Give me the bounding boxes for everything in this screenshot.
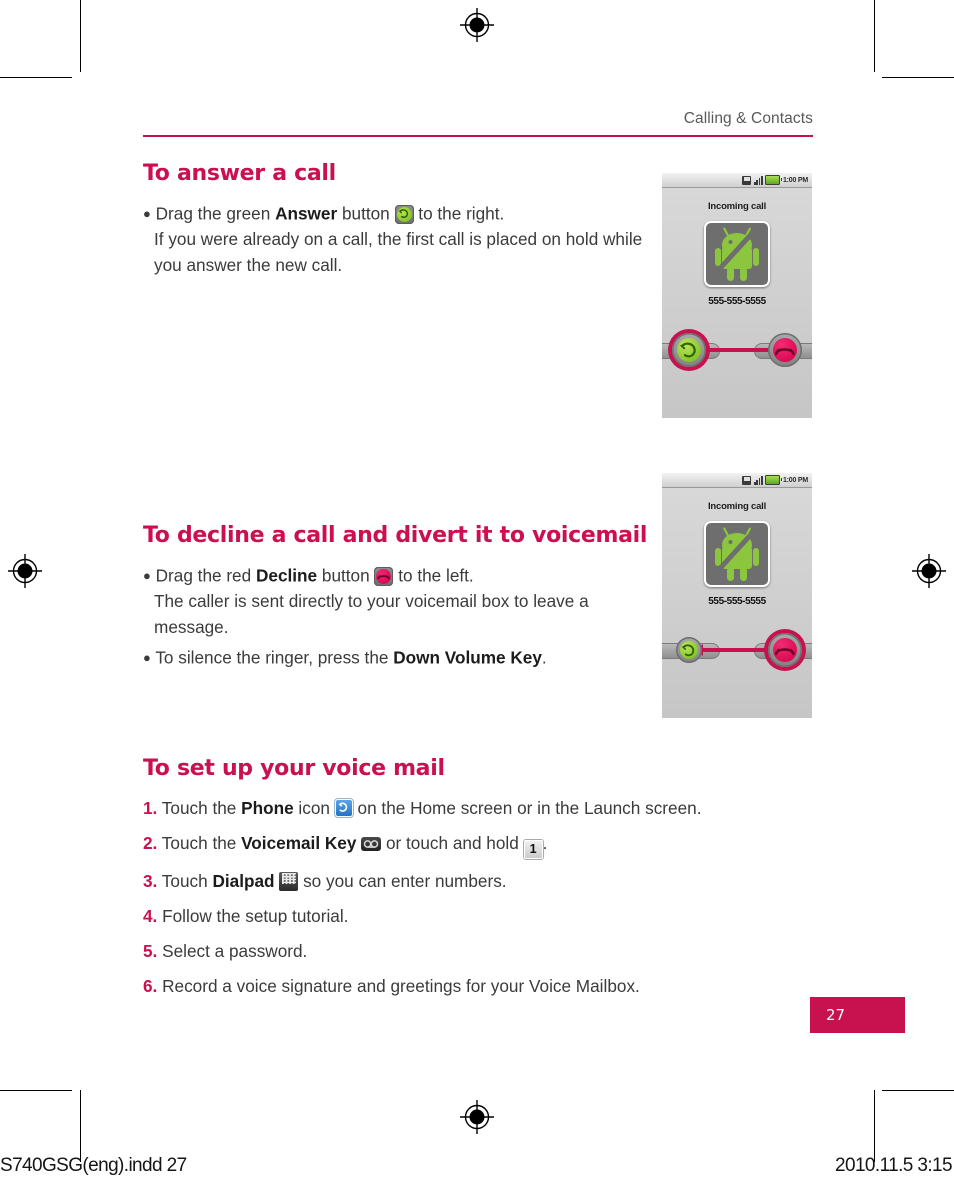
crop-mark-bottom-right-h: [882, 1090, 954, 1091]
step-pre: Follow the setup tutorial.: [157, 905, 349, 926]
page-number-badge: 27: [810, 997, 905, 1033]
caller-number: 555-555-5555: [708, 296, 766, 307]
step-item-4: 4. Follow the setup tutorial.: [143, 904, 833, 930]
step-number: 6.: [143, 975, 158, 996]
caller-number: 555-555-5555: [708, 596, 766, 607]
step-post: on the Home screen or in the Launch scre…: [352, 798, 702, 819]
crop-mark-bottom-left-h: [0, 1090, 72, 1091]
status-bar: 1:00 PM: [662, 173, 812, 188]
signal-bars-icon: [753, 475, 763, 485]
bullet-bold: Decline: [255, 565, 318, 586]
bullet-bold: Answer: [275, 203, 338, 224]
phone-screen-body: Incoming call 555-555-5555: [662, 488, 812, 718]
crop-mark-top-right-v: [874, 0, 875, 72]
section-body-decline-call: ● Drag the red Decline button to the lef…: [143, 563, 665, 671]
bullet-dot-icon: ●: [143, 568, 151, 584]
step-post: so you can enter numbers.: [298, 870, 507, 891]
bullet-continuation: If you were already on a call, the first…: [154, 229, 643, 275]
step-item-1: 1. Touch the Phone icon on the Home scre…: [143, 796, 833, 822]
battery-icon: [765, 475, 783, 485]
bullet-bold: Down Volume Key: [393, 647, 542, 668]
registration-mark-top: [460, 8, 494, 42]
section-title-setup-voicemail: To set up your voice mail: [143, 756, 445, 782]
bullet-dot-icon: ●: [143, 650, 151, 666]
step-pre: Touch: [157, 870, 213, 891]
status-bar: 1:00 PM: [662, 473, 812, 488]
sd-card-icon: [742, 475, 752, 485]
step-pre: Select a password.: [157, 940, 308, 961]
step-item-3: 3. Touch Dialpad Dialpad so you can ente…: [143, 869, 833, 895]
status-time: 1:00 PM: [782, 476, 808, 484]
caller-avatar: [704, 221, 770, 287]
incoming-call-label: Incoming call: [707, 501, 767, 512]
step-post: or touch and hold: [381, 833, 524, 854]
dialpad-icon: Dialpad: [279, 871, 299, 891]
bullet-lead: Drag the red: [155, 565, 256, 586]
bullet-lead: To silence the ringer, press the: [155, 647, 394, 668]
bullet-item: ● Drag the green Answer button to the ri…: [143, 201, 663, 278]
step-number: 2.: [143, 833, 158, 854]
phone-icon: [334, 799, 353, 818]
step-bold: Phone: [241, 798, 294, 819]
header-rule: [143, 135, 813, 138]
signal-bars-icon: [753, 175, 763, 185]
crop-mark-top-right-h: [882, 77, 954, 78]
step-bold: Dialpad: [212, 870, 275, 891]
bullet-lead: Drag the green: [155, 203, 276, 224]
step-mid: icon: [293, 798, 335, 819]
crop-mark-bottom-right-v: [874, 1090, 875, 1162]
registration-mark-left: [8, 554, 42, 588]
step-item-5: 5. Select a password.: [143, 939, 833, 965]
bullet-tail: to the right.: [413, 203, 505, 224]
caller-avatar: [704, 521, 770, 587]
one-key-icon: 1: [523, 840, 543, 860]
bullet-continuation: The caller is sent directly to your voic…: [154, 591, 589, 637]
decline-knob[interactable]: [768, 333, 802, 367]
decline-call-screenshot: 1:00 PM Incoming call 555-555-5555: [662, 473, 812, 718]
crop-mark-bottom-left-v: [80, 1090, 81, 1162]
crop-mark-top-left-v: [80, 0, 81, 72]
section-body-answer-call: ● Drag the green Answer button to the ri…: [143, 201, 663, 278]
bullet-tail: to the left.: [393, 565, 474, 586]
step-item-2: 2. Touch the Voicemail Key or touch and …: [143, 831, 833, 860]
step-number: 1.: [143, 798, 158, 819]
decline-button-icon: [374, 566, 394, 586]
registration-mark-bottom: [460, 1100, 494, 1134]
voicemail-key-icon: [361, 837, 382, 852]
step-number: 4.: [143, 905, 158, 926]
phone-screen-body: Incoming call 555-555-5555: [662, 188, 812, 418]
answer-button-icon: [394, 204, 414, 224]
step-pre: Touch the: [157, 833, 242, 854]
bullet-mid: button: [317, 565, 375, 586]
incoming-call-label: Incoming call: [707, 201, 767, 212]
footer-filename: S740GSG(eng).indd 27: [0, 1155, 187, 1176]
footer-timestamp: 2010.11.5 3:15: [835, 1155, 953, 1176]
call-slider-row: [662, 630, 812, 670]
sd-card-icon: [742, 175, 752, 185]
running-head: Calling & Contacts: [683, 110, 813, 127]
bullet-dot-icon: ●: [143, 206, 151, 222]
battery-icon: [765, 175, 783, 185]
step-number: 5.: [143, 940, 158, 961]
bullet-mid: button: [337, 203, 395, 224]
step-pre: Touch the: [157, 798, 242, 819]
crop-mark-top-left-h: [0, 77, 72, 78]
answer-call-screenshot: 1:00 PM Incoming call 555-555-5555: [662, 173, 812, 418]
step-pre: Record a voice signature and greetings f…: [157, 975, 640, 996]
step-number: 3.: [143, 870, 158, 891]
bullet-item: ● Drag the red Decline button to the lef…: [143, 563, 665, 640]
bullet-tail: .: [541, 647, 547, 668]
bullet-item: ● To silence the ringer, press the Down …: [143, 645, 665, 671]
status-time: 1:00 PM: [782, 176, 808, 184]
answer-knob[interactable]: [676, 637, 702, 663]
call-slider-row: [662, 330, 812, 370]
voicemail-setup-steps: 1. Touch the Phone icon on the Home scre…: [143, 796, 833, 999]
registration-mark-right: [912, 554, 946, 588]
step-bold: Voicemail Key: [241, 833, 357, 854]
step-item-6: 6. Record a voice signature and greeting…: [143, 974, 833, 1000]
answer-knob[interactable]: [672, 333, 706, 367]
dialpad-caption: Dialpad: [282, 874, 295, 879]
step-post2: .: [542, 833, 548, 854]
decline-knob[interactable]: [768, 633, 802, 667]
